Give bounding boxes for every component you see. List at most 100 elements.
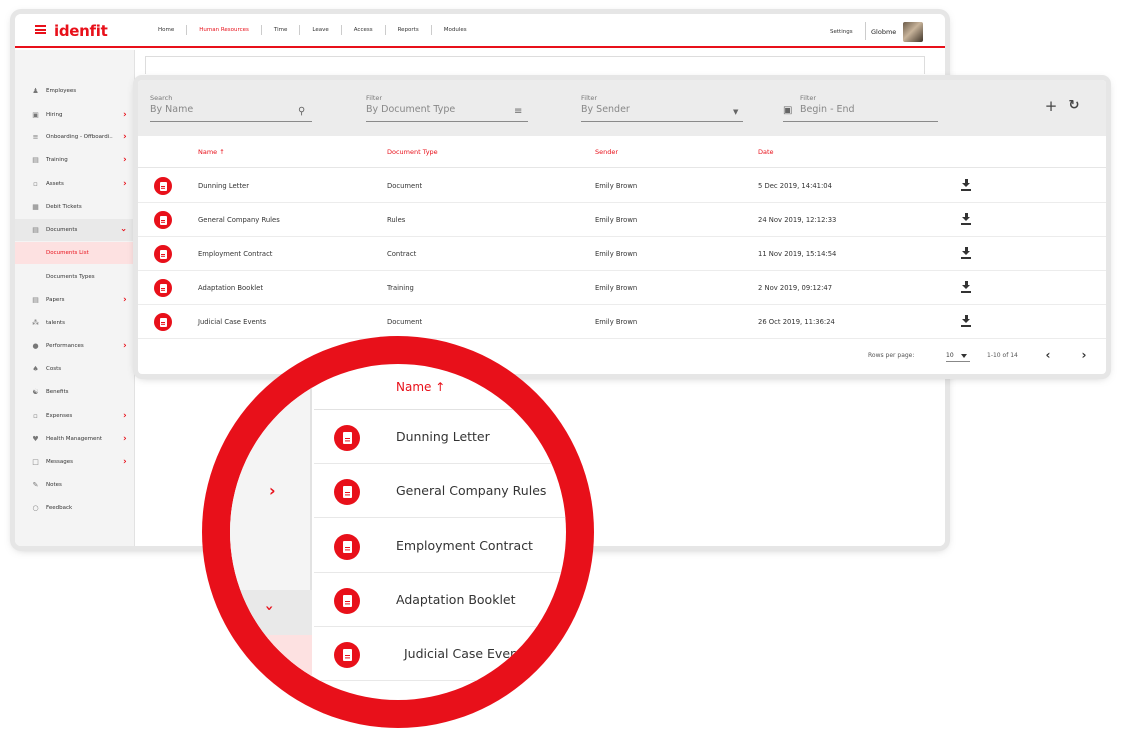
document-icon	[334, 534, 360, 560]
rows-per-page-value: 10	[946, 352, 954, 359]
costs-icon: ♠	[32, 364, 39, 373]
search-input[interactable]: By Name	[150, 104, 312, 116]
sidebar-item-talents[interactable]: ⁂ talents	[15, 312, 135, 334]
user-name[interactable]: Globme	[871, 28, 896, 36]
sidebar-item-debit-tickets[interactable]: ▦ Debit Tickets	[15, 196, 135, 218]
cell-type: Rules	[387, 216, 406, 224]
column-header-document-type[interactable]: Document Type	[387, 148, 438, 156]
sidebar-item-label: Documents	[46, 227, 78, 233]
rows-per-page-select[interactable]: 10	[946, 348, 970, 362]
download-icon[interactable]	[961, 247, 971, 259]
zoomed-row: Adaptation Booklet	[314, 573, 566, 627]
download-icon[interactable]	[961, 281, 971, 293]
sidebar-item-performances[interactable]: ● Performances ›	[15, 335, 135, 357]
cell-type: Training	[387, 284, 414, 292]
column-header-date[interactable]: Date	[758, 148, 774, 156]
chevron-right-icon: ›	[123, 110, 127, 120]
nav-home[interactable]: Home	[146, 25, 188, 35]
nav-time[interactable]: Time	[262, 25, 301, 35]
download-icon[interactable]	[961, 315, 971, 327]
sidebar-item-expenses[interactable]: ▫ Expenses ›	[15, 405, 135, 427]
zoomed-cell-name: General Company Rules	[396, 483, 547, 498]
logo: idenfit	[54, 22, 108, 40]
laptop-icon: ▫	[33, 179, 38, 188]
sidebar-item-training[interactable]: ▤ Training ›	[15, 149, 135, 171]
sidebar-item-feedback[interactable]: ○ Feedback	[15, 497, 135, 519]
list-icon: ≡	[32, 132, 39, 141]
table-row[interactable]: Adaptation Booklet Training Emily Brown …	[138, 271, 1106, 305]
chevron-down-icon: ›	[260, 605, 277, 611]
screenshot-stage: idenfit Home Human Resources Time Leave …	[0, 0, 1129, 731]
sidebar-item-onboarding[interactable]: ≡ Onboarding - Offboardi.. ›	[15, 126, 135, 148]
sidebar-item-label: Costs	[46, 366, 62, 372]
sender-caption: Filter	[581, 94, 598, 102]
search-field[interactable]: Search By Name ⚲	[150, 94, 312, 122]
calendar-icon[interactable]: ▣	[783, 106, 792, 116]
sidebar-item-documents-list[interactable]: Documents List	[15, 242, 135, 264]
avatar[interactable]	[903, 22, 923, 42]
sender-filter[interactable]: Filter By Sender ▼	[581, 94, 743, 122]
wallet-icon: ▫	[33, 411, 38, 420]
sidebar-item-health-management[interactable]: ♥ Health Management ›	[15, 428, 135, 450]
field-underline	[783, 121, 938, 122]
zoomed-row: General Company Rules	[314, 464, 566, 518]
sidebar-item-notes[interactable]: ✎ Notes	[15, 474, 135, 496]
download-icon[interactable]	[961, 179, 971, 191]
nav-reports[interactable]: Reports	[386, 25, 432, 35]
sidebar-item-documents[interactable]: ▤ Documents ›	[15, 219, 135, 241]
paper-icon: ▤	[32, 295, 39, 304]
sidebar: ♟ Employees ▣ Hiring › ≡ Onboarding - Of…	[15, 50, 135, 546]
date-range-filter[interactable]: Filter Begin - End ▣	[783, 94, 938, 122]
chevron-right-icon: ›	[123, 434, 127, 444]
column-header-name[interactable]: Name ↑	[198, 148, 225, 156]
next-page-button[interactable]: ›	[1078, 348, 1090, 362]
sidebar-item-documents-types[interactable]: Documents Types	[15, 266, 135, 288]
download-icon[interactable]	[961, 213, 971, 225]
cell-date: 11 Nov 2019, 15:14:54	[758, 250, 837, 258]
table-row[interactable]: General Company Rules Rules Emily Brown …	[138, 203, 1106, 237]
divider	[865, 22, 866, 40]
sidebar-item-employees[interactable]: ♟ Employees	[15, 80, 135, 102]
chevron-right-icon: ›	[123, 132, 127, 142]
cell-date: 26 Oct 2019, 11:36:24	[758, 318, 835, 326]
sidebar-item-messages[interactable]: □ Messages ›	[15, 451, 135, 473]
nav-leave[interactable]: Leave	[300, 25, 342, 35]
sidebar-item-papers[interactable]: ▤ Papers ›	[15, 289, 135, 311]
sidebar-item-costs[interactable]: ♠ Costs	[15, 358, 135, 380]
table-row[interactable]: Dunning Letter Document Emily Brown 5 De…	[138, 169, 1106, 203]
table-row[interactable]: Employment Contract Contract Emily Brown…	[138, 237, 1106, 271]
nav-human-resources[interactable]: Human Resources	[187, 25, 262, 35]
nav-access[interactable]: Access	[342, 25, 386, 35]
sender-select[interactable]: By Sender	[581, 104, 743, 116]
settings-link[interactable]: Settings	[830, 29, 853, 35]
filter-icon[interactable]: ≡	[514, 107, 522, 117]
document-icon	[154, 313, 172, 331]
briefcase-icon: ▣	[32, 110, 39, 119]
sidebar-item-label: Notes	[46, 482, 62, 488]
document-type-filter[interactable]: Filter By Document Type ≡	[366, 94, 528, 122]
sidebar-item-assets[interactable]: ▫ Assets ›	[15, 173, 135, 195]
sidebar-item-label: Debit Tickets	[46, 204, 82, 210]
table-row[interactable]: Judicial Case Events Document Emily Brow…	[138, 305, 1106, 339]
column-header-sender[interactable]: Sender	[595, 148, 618, 156]
sidebar-item-label: Documents List	[46, 250, 89, 256]
sidebar-item-hiring[interactable]: ▣ Hiring ›	[15, 104, 135, 126]
sidebar-item-benefits[interactable]: ☯ Benefits	[15, 381, 135, 403]
documents-panel: Search By Name ⚲ Filter By Document Type…	[138, 80, 1106, 374]
cell-name: General Company Rules	[198, 216, 280, 224]
search-icon[interactable]: ⚲	[298, 107, 305, 117]
document-type-input[interactable]: By Document Type	[366, 104, 528, 116]
dropdown-caret-icon[interactable]: ▼	[733, 107, 738, 117]
column-name-label: Name	[198, 148, 218, 156]
sidebar-item-label: Onboarding - Offboardi..	[46, 134, 113, 140]
field-underline	[150, 121, 312, 122]
nav-modules[interactable]: Modules	[432, 25, 479, 35]
hamburger-menu-icon[interactable]	[35, 25, 46, 34]
previous-page-button[interactable]: ‹	[1042, 348, 1054, 362]
feedback-icon: ○	[32, 503, 39, 512]
date-range-input[interactable]: Begin - End	[783, 104, 938, 116]
chevron-right-icon: ›	[123, 411, 127, 421]
add-document-button[interactable]: +	[1044, 98, 1058, 114]
zoomed-row: Judicial Case Events	[314, 627, 566, 681]
refresh-button[interactable]: ↻	[1067, 98, 1081, 114]
